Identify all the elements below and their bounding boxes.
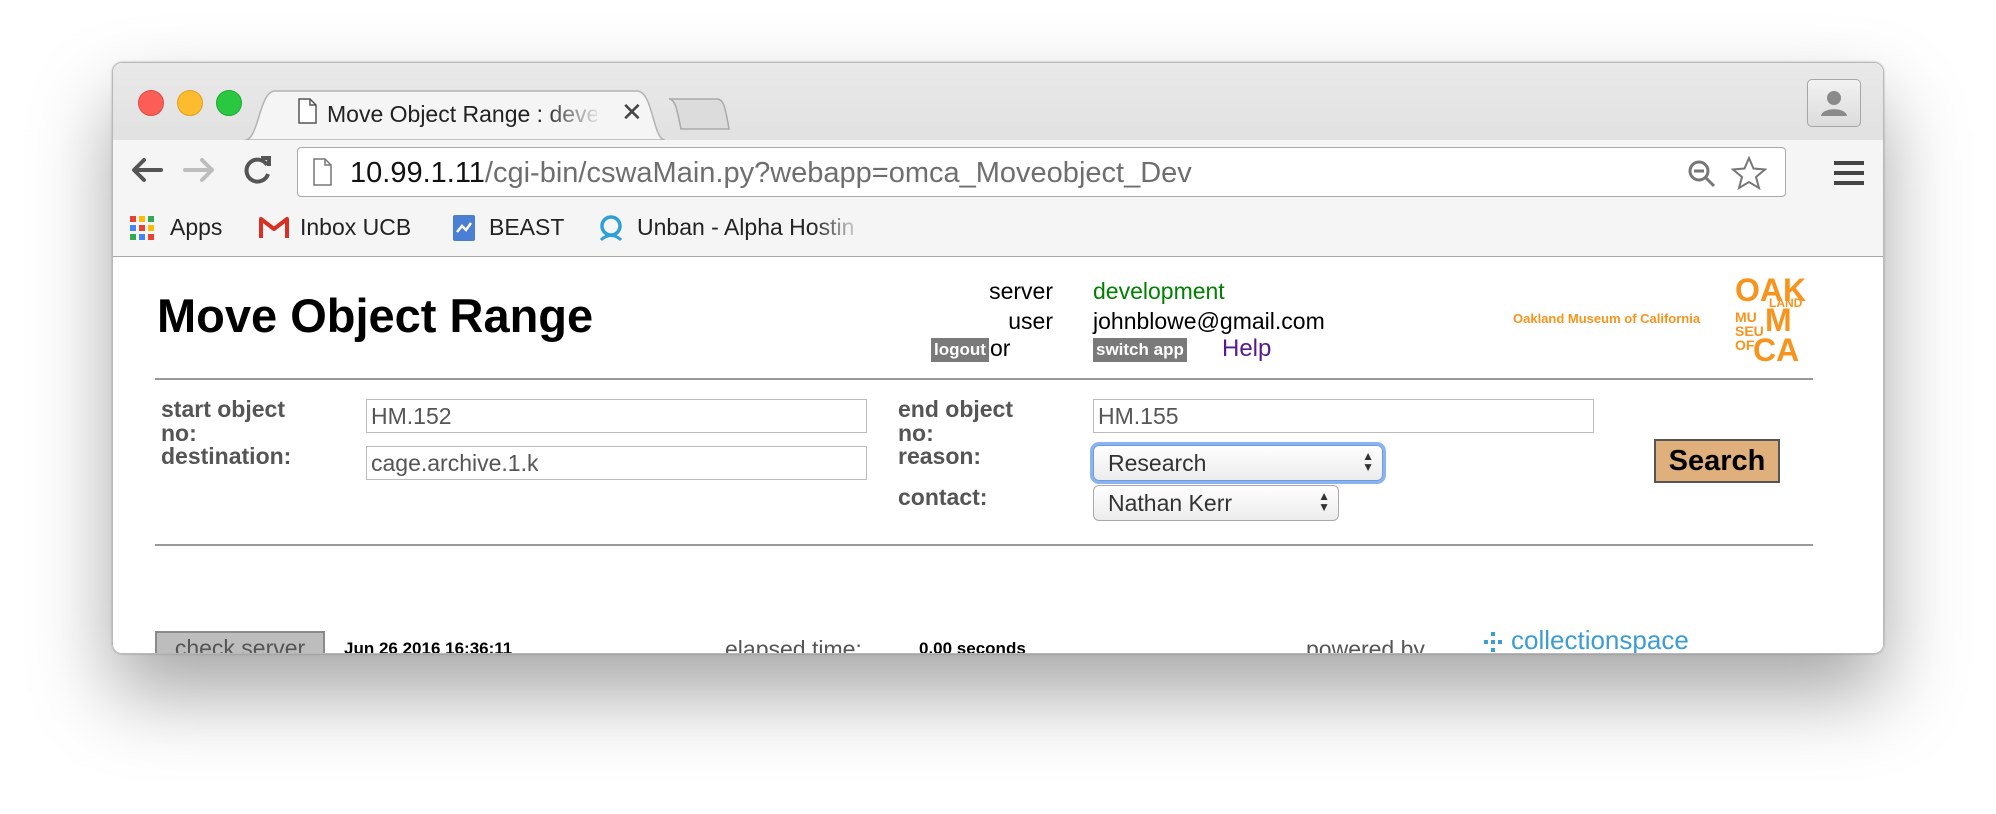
bookmark-apps[interactable]: Apps xyxy=(170,214,222,241)
elapsed-time-label: elapsed time: xyxy=(725,636,862,654)
end-object-label: end object no: xyxy=(898,396,1014,446)
contact-selected-value: Nathan Kerr xyxy=(1108,490,1233,516)
collectionspace-brand: collectionspace xyxy=(1511,625,1689,654)
search-button[interactable]: Search xyxy=(1654,439,1780,483)
browser-window: Move Object Range : develop ✕ xyxy=(112,62,1884,654)
start-object-label: start object no: xyxy=(161,396,285,446)
profile-button[interactable] xyxy=(1807,79,1861,127)
destination-label: destination: xyxy=(161,443,292,469)
museum-name: Oakland Museum of California xyxy=(1513,311,1701,326)
bookmark-fade xyxy=(813,208,865,248)
collectionspace-sub: webapps xyxy=(1639,653,1695,654)
bookmark-beast[interactable]: BEAST xyxy=(489,214,564,241)
page-icon xyxy=(298,98,317,124)
server-value: development xyxy=(1093,278,1225,304)
maximize-window-button[interactable] xyxy=(216,90,242,116)
gmail-icon xyxy=(259,217,289,238)
contact-select[interactable]: Nathan Kerr ▲ ▼ xyxy=(1093,485,1339,521)
divider-bottom xyxy=(155,544,1813,546)
divider-top xyxy=(155,378,1813,380)
select-arrows-icon: ▲ ▼ xyxy=(1318,489,1330,514)
reason-selected-value: Research xyxy=(1108,450,1207,476)
omca-logo: OAK LAND MU SEU M OF CA xyxy=(1735,272,1807,368)
forward-arrow-icon[interactable] xyxy=(181,155,217,185)
back-arrow-icon[interactable] xyxy=(129,155,165,185)
collectionspace-dots-icon xyxy=(1484,632,1502,652)
reason-select[interactable]: Research ▲ ▼ xyxy=(1093,445,1383,481)
contact-label: contact: xyxy=(898,484,988,510)
minimize-window-button[interactable] xyxy=(177,90,203,116)
star-icon[interactable] xyxy=(1731,156,1767,190)
end-object-input[interactable] xyxy=(1093,399,1594,433)
url-text: 10.99.1.11/cgi-bin/cswaMain.py?webapp=om… xyxy=(350,157,1192,190)
unban-icon xyxy=(599,215,623,242)
user-label: user xyxy=(1008,308,1053,334)
browser-chrome: Move Object Range : develop ✕ xyxy=(113,63,1883,257)
page-content: Move Object Range server development use… xyxy=(113,257,1883,654)
or-text: or xyxy=(990,335,1011,361)
page-icon xyxy=(313,158,332,186)
check-server-button[interactable]: check server xyxy=(155,631,325,653)
tab-close-icon[interactable]: ✕ xyxy=(621,97,643,128)
switch-app-button[interactable]: switch app xyxy=(1093,338,1187,362)
server-label: server xyxy=(989,278,1053,304)
new-tab-button[interactable] xyxy=(667,97,733,131)
reason-label: reason: xyxy=(898,443,982,469)
url-host: 10.99.1.11 xyxy=(350,157,485,189)
url-path: /cgi-bin/cswaMain.py?webapp=omca_Moveobj… xyxy=(484,157,1192,189)
address-bar[interactable]: 10.99.1.11/cgi-bin/cswaMain.py?webapp=om… xyxy=(297,147,1786,197)
user-value: johnblowe@gmail.com xyxy=(1093,308,1325,334)
reload-icon[interactable] xyxy=(241,155,273,185)
zoom-icon[interactable] xyxy=(1687,159,1717,189)
close-window-button[interactable] xyxy=(138,90,164,116)
menu-icon[interactable] xyxy=(1833,160,1865,186)
bookmark-inbox-ucb[interactable]: Inbox UCB xyxy=(300,214,411,241)
beast-icon xyxy=(453,215,475,241)
tab-title-fade xyxy=(543,97,603,131)
elapsed-time-value: 0.00 seconds xyxy=(919,639,1026,654)
page-title: Move Object Range xyxy=(157,289,594,342)
help-link[interactable]: Help xyxy=(1222,335,1271,363)
person-icon xyxy=(1821,91,1847,116)
start-object-input[interactable] xyxy=(366,399,867,433)
collectionspace-logo: collectionspace webapps xyxy=(1483,625,1723,654)
timestamp: Jun 26 2016 16:36:11 xyxy=(344,639,513,654)
powered-by-label: powered by xyxy=(1306,636,1425,654)
logout-button[interactable]: logout xyxy=(931,338,989,362)
apps-grid-icon xyxy=(130,216,154,240)
select-arrows-icon: ▲ ▼ xyxy=(1362,449,1374,474)
destination-input[interactable] xyxy=(366,446,867,480)
